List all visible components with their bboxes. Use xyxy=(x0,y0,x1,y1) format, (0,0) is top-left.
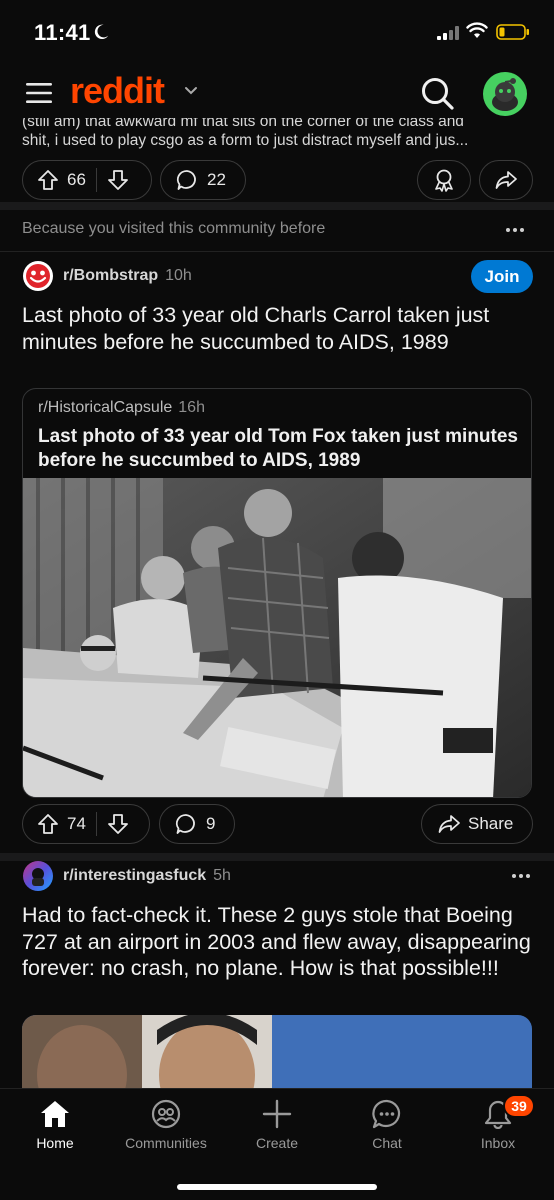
user-avatar[interactable] xyxy=(483,72,527,116)
home-icon xyxy=(41,1101,69,1127)
communities-icon xyxy=(151,1099,181,1129)
vote-count: 74 xyxy=(67,814,86,833)
post-body-line: (still am) that awkward mf that sits on … xyxy=(22,118,464,130)
feed-separator xyxy=(0,202,554,210)
home-indicator[interactable] xyxy=(177,1184,377,1190)
battery-icon xyxy=(496,24,529,40)
vote-divider xyxy=(95,812,97,836)
nav-label: Create xyxy=(255,1135,299,1151)
crosspost-header: r/HistoricalCapsule 16h xyxy=(38,399,205,417)
post-header: r/interestingasfuck 5h xyxy=(22,860,231,892)
post-title[interactable]: Last photo of 33 year old Charls Carrol … xyxy=(22,302,537,355)
search-icon[interactable] xyxy=(420,76,456,112)
crosspost-title: Last photo of 33 year old Tom Fox taken … xyxy=(38,426,518,471)
nav-label: Chat xyxy=(372,1135,402,1151)
comment-count: 9 xyxy=(206,814,216,833)
divider xyxy=(0,251,554,252)
comment-icon xyxy=(176,170,196,190)
upvote-icon[interactable] xyxy=(37,169,59,191)
comment-icon xyxy=(175,814,195,834)
nav-inbox[interactable]: Inbox xyxy=(443,1099,553,1151)
menu-icon[interactable] xyxy=(26,82,52,104)
subreddit-avatar-icon[interactable] xyxy=(22,860,54,892)
wifi-icon xyxy=(466,22,488,38)
post-photo[interactable] xyxy=(22,1015,532,1095)
post-header: r/Bombstrap 10h xyxy=(22,260,192,292)
signal-icon xyxy=(437,26,459,40)
crosspost-card[interactable]: r/HistoricalCapsule 16h Last photo of 33 … xyxy=(22,388,532,798)
chevron-down-icon[interactable] xyxy=(184,86,198,96)
post-title[interactable]: Had to fact-check it. These 2 guys stole… xyxy=(22,902,542,982)
comment-count: 22 xyxy=(207,170,226,189)
upvote-icon[interactable] xyxy=(37,813,59,835)
status-bar: 11:41 xyxy=(0,0,554,64)
nav-label: Inbox xyxy=(480,1135,516,1151)
status-time: 11:41 xyxy=(34,20,91,45)
reddit-logo[interactable]: reddit xyxy=(70,70,165,112)
downvote-icon[interactable] xyxy=(107,813,129,835)
vote-count: 66 xyxy=(67,170,86,189)
post-body-line: shit, i used to play csgo as a form to j… xyxy=(22,132,469,149)
award-icon xyxy=(435,169,453,192)
moon-icon xyxy=(94,24,109,40)
subreddit-avatar-icon[interactable] xyxy=(22,260,54,292)
award-button[interactable] xyxy=(417,160,471,200)
previous-post[interactable]: (still am) that awkward mf that sits on … xyxy=(0,118,554,210)
nav-label: Communities xyxy=(125,1135,207,1151)
post-body-text: (still am) that awkward mf that sits on … xyxy=(22,118,534,150)
vote-divider xyxy=(95,168,97,192)
comments-button[interactable]: 9 xyxy=(159,804,235,844)
share-button[interactable] xyxy=(479,160,533,200)
vote-bar: 66 xyxy=(22,160,152,200)
more-options-icon[interactable] xyxy=(509,864,533,888)
plus-icon xyxy=(262,1099,292,1129)
subreddit-name[interactable]: r/interestingasfuck xyxy=(63,867,206,885)
comments-button[interactable]: 22 xyxy=(160,160,246,200)
crosspost-subreddit[interactable]: r/HistoricalCapsule xyxy=(38,399,172,416)
share-icon xyxy=(438,815,460,833)
app-header: reddit xyxy=(0,64,554,122)
post-time: 10h xyxy=(165,267,192,284)
vote-bar: 74 xyxy=(22,804,150,844)
share-button[interactable]: Share xyxy=(421,804,533,844)
crosspost-time: 16h xyxy=(178,399,205,416)
inbox-badge: 39 xyxy=(503,1094,535,1118)
nav-home[interactable]: Home xyxy=(0,1099,110,1151)
more-options-icon[interactable] xyxy=(503,218,527,242)
nav-communities[interactable]: Communities xyxy=(111,1099,221,1151)
share-label: Share xyxy=(468,814,514,833)
recommendation-reason: Because you visited this community befor… xyxy=(22,220,326,237)
subreddit-name[interactable]: r/Bombstrap xyxy=(63,267,158,285)
join-button[interactable]: Join xyxy=(471,260,533,293)
share-icon xyxy=(495,171,517,189)
nav-chat[interactable]: Chat xyxy=(332,1099,442,1151)
snoo-avatar-icon xyxy=(492,78,518,111)
post-photo[interactable] xyxy=(23,478,532,798)
nav-create[interactable]: Create xyxy=(222,1099,332,1151)
downvote-icon[interactable] xyxy=(107,169,129,191)
post-time: 5h xyxy=(213,867,231,884)
nav-label: Home xyxy=(36,1135,74,1151)
chat-icon xyxy=(372,1099,401,1129)
